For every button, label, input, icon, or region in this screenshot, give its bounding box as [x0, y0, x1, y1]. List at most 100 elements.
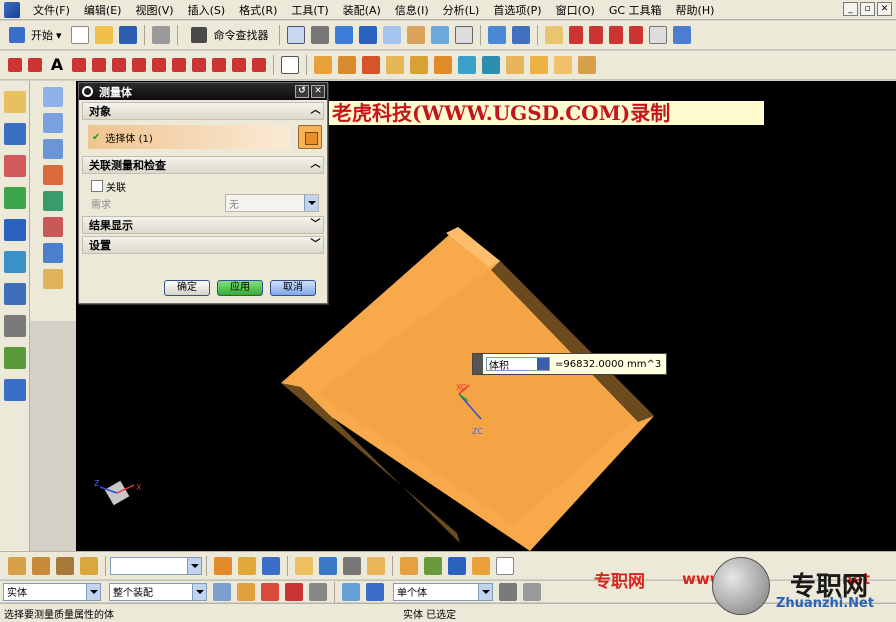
menu-file[interactable]: 文件(F) [26, 2, 77, 18]
menu-window[interactable]: 窗口(O) [549, 2, 602, 18]
select-body-field[interactable]: ✔ 选择体 (1) [88, 125, 290, 149]
section-assoc-header[interactable]: 关联测量和检查 ︿ [82, 156, 324, 174]
view-orient-icon[interactable] [430, 26, 449, 44]
reuse-library-icon[interactable] [3, 187, 26, 209]
measure-angle-icon[interactable] [319, 556, 337, 575]
select-components-icon[interactable] [366, 582, 384, 601]
shaded-cube-icon[interactable] [334, 26, 353, 44]
face-blend-icon[interactable] [43, 217, 63, 237]
sew-icon[interactable] [578, 56, 596, 74]
shaded-edges-icon[interactable] [358, 26, 377, 44]
clip-view-icon[interactable] [511, 26, 530, 44]
snap-point-toggle-icon[interactable] [499, 582, 517, 601]
menu-tools[interactable]: 工具(T) [284, 2, 335, 18]
body-rule-select[interactable]: 单个体 [393, 582, 493, 601]
block-icon[interactable] [314, 56, 332, 74]
select-all-icon[interactable] [237, 582, 255, 601]
trim-curve-icon[interactable] [192, 58, 206, 72]
arc-tool-icon[interactable] [28, 58, 42, 72]
project-curve-icon[interactable] [152, 58, 166, 72]
process-studio-icon[interactable] [3, 347, 26, 369]
n-sided-surface-icon[interactable] [43, 191, 63, 211]
draft-icon[interactable] [434, 56, 452, 74]
edit-curve-icon[interactable] [252, 58, 266, 72]
open-folder-icon[interactable] [94, 26, 113, 44]
sheet-icon[interactable] [648, 26, 667, 44]
menu-assemblies[interactable]: 装配(A) [336, 2, 388, 18]
close-icon[interactable]: ✕ [311, 85, 325, 98]
vector-icon[interactable] [238, 556, 256, 575]
bounded-plane-icon[interactable] [43, 243, 63, 263]
menu-edit[interactable]: 编辑(E) [77, 2, 129, 18]
offset-curve-icon[interactable] [132, 58, 146, 72]
pattern-icon[interactable] [482, 56, 500, 74]
apply-button[interactable]: 应用 [217, 280, 263, 296]
measure-distance-icon[interactable] [295, 556, 313, 575]
mate-component-icon[interactable] [56, 556, 74, 575]
requirement-select[interactable]: 无 [225, 194, 319, 212]
select-body-button[interactable] [298, 125, 322, 149]
snap-center-icon[interactable] [448, 556, 466, 575]
dialog-titlebar[interactable]: 测量体 ↺ ✕ [79, 83, 327, 100]
shell-icon[interactable] [362, 56, 380, 74]
point-icon[interactable] [214, 556, 232, 575]
snap-midpoint-icon[interactable] [424, 556, 442, 575]
select-faces-icon[interactable] [285, 582, 303, 601]
corner-icon[interactable] [628, 26, 643, 44]
spline-icon[interactable] [112, 58, 126, 72]
divide-curve-icon[interactable] [212, 58, 226, 72]
section-results-header[interactable]: 结果显示 ﹀ [82, 216, 324, 234]
text-tool-icon[interactable]: A [48, 56, 66, 74]
curve-rule-icon[interactable] [262, 556, 280, 575]
studio-icon[interactable] [406, 26, 425, 44]
section-settings-header[interactable]: 设置 ﹀ [82, 236, 324, 254]
hd3d-tools-icon[interactable] [3, 219, 26, 241]
snap-quadrant-icon[interactable] [472, 556, 490, 575]
selection-scope-select[interactable]: 整个装配 [109, 582, 207, 601]
swept-icon[interactable] [43, 139, 63, 159]
through-curve-mesh-icon[interactable] [43, 113, 63, 133]
assembly-navigator-icon[interactable] [3, 91, 26, 113]
history-icon[interactable] [3, 283, 26, 305]
measure-length-icon[interactable] [367, 556, 385, 575]
menu-analysis[interactable]: 分析(L) [436, 2, 487, 18]
select-edges-icon[interactable] [309, 582, 327, 601]
start-button[interactable]: 开始 ▾ [6, 27, 62, 43]
menu-gc-toolkit[interactable]: GC 工具箱 [602, 2, 669, 18]
snap-point-icon[interactable] [523, 582, 541, 601]
reset-icon[interactable]: ↺ [295, 85, 309, 98]
menu-view[interactable]: 视图(V) [128, 2, 180, 18]
offset-face-icon[interactable] [530, 56, 548, 74]
undo-icon[interactable] [151, 26, 170, 44]
thicken-icon[interactable] [554, 56, 572, 74]
fit-view-icon[interactable] [286, 26, 305, 44]
section-view-icon[interactable] [487, 26, 506, 44]
rotate-view-icon[interactable] [310, 26, 329, 44]
snap-endpoint-icon[interactable] [400, 556, 418, 575]
bridge-curve-icon[interactable] [172, 58, 186, 72]
constraint-navigator-icon[interactable] [3, 123, 26, 145]
menu-preferences[interactable]: 首选项(P) [486, 2, 548, 18]
arc-icon[interactable] [608, 26, 623, 44]
extrude-icon[interactable] [672, 26, 691, 44]
part-navigator-icon[interactable] [3, 155, 26, 177]
blend-icon[interactable] [386, 56, 404, 74]
line-tool-icon[interactable] [8, 58, 22, 72]
close-icon[interactable]: ✕ [877, 2, 892, 16]
new-file-icon[interactable] [70, 26, 89, 44]
studio-surface-icon[interactable] [43, 165, 63, 185]
web-browser-icon[interactable] [3, 251, 26, 273]
roles-icon[interactable] [3, 379, 26, 401]
section-object-header[interactable]: 对象 ︿ [82, 102, 324, 120]
new-component-icon[interactable] [32, 556, 50, 575]
type-filter-select[interactable]: 实体 [3, 582, 101, 601]
ellipse-icon[interactable] [92, 58, 106, 72]
menu-information[interactable]: 信息(I) [388, 2, 436, 18]
command-finder-button[interactable]: 命令查找器 [182, 27, 275, 43]
background-color-icon[interactable] [454, 26, 473, 44]
cylinder-icon[interactable] [338, 56, 356, 74]
drag-handle-icon[interactable] [473, 354, 483, 374]
through-curves-icon[interactable] [43, 87, 63, 107]
polygon-icon[interactable] [72, 58, 86, 72]
menu-format[interactable]: 格式(R) [232, 2, 284, 18]
